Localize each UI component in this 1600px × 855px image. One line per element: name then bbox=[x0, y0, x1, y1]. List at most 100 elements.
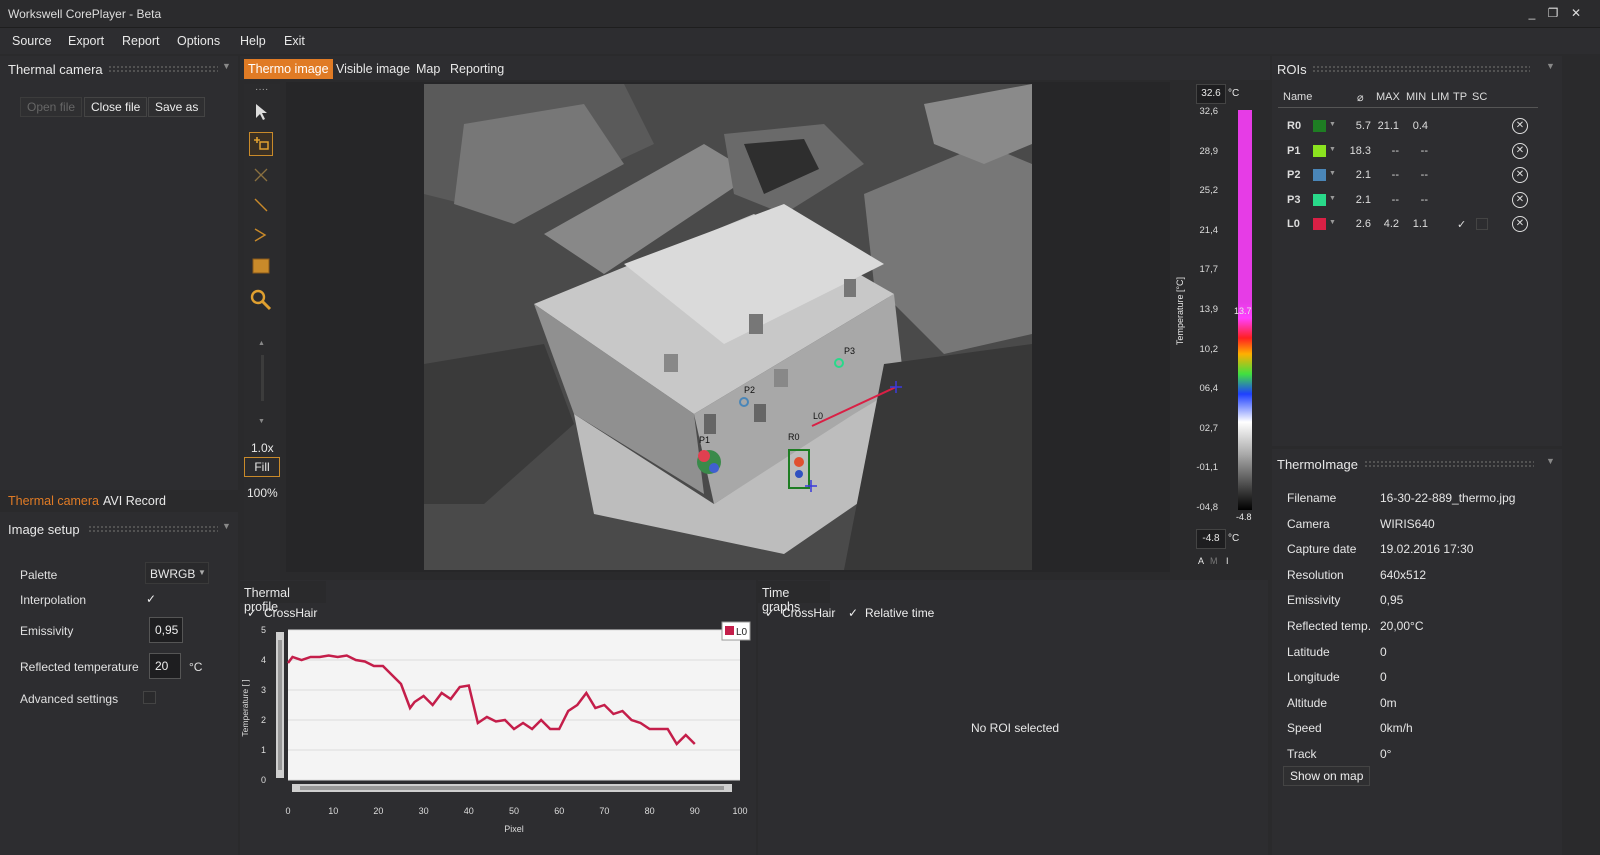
col-avg: ⌀ bbox=[1357, 92, 1364, 104]
y-tick-label: 3 bbox=[261, 685, 266, 695]
pointer-icon[interactable] bbox=[249, 102, 273, 126]
col-tp: TP bbox=[1453, 91, 1468, 103]
remove-roi-icon[interactable]: ✕ bbox=[1512, 118, 1528, 134]
roi-color-swatch[interactable] bbox=[1313, 144, 1326, 157]
time-graphs-tab[interactable]: Time graphs bbox=[758, 581, 830, 614]
menu-report[interactable]: Report bbox=[122, 34, 160, 48]
roi-min: -- bbox=[1420, 193, 1428, 206]
rois-header: ROIs bbox=[1277, 62, 1307, 77]
roi-row[interactable]: L0 ▼ 2.6 4.2 1.1 ✓ ✕ bbox=[1278, 214, 1538, 236]
zoom-level: 1.0x bbox=[251, 441, 274, 455]
y-tick-label: 0 bbox=[261, 775, 266, 785]
panel-grip bbox=[108, 65, 218, 74]
remove-roi-icon[interactable]: ✕ bbox=[1512, 142, 1528, 159]
scale-min-input[interactable]: -4.8 bbox=[1196, 529, 1226, 549]
menu-source[interactable]: Source bbox=[12, 34, 52, 48]
roi-color-swatch[interactable] bbox=[1313, 120, 1326, 132]
roi-row[interactable]: P1 ▼ 18.3 -- -- ✕ bbox=[1278, 141, 1538, 163]
roi-avg: 18.3 bbox=[1349, 144, 1371, 157]
info-value: 640x512 bbox=[1380, 567, 1427, 582]
roi-color-swatch[interactable] bbox=[1313, 218, 1326, 230]
roi-min: 0.4 bbox=[1412, 120, 1428, 132]
point-tool-icon[interactable] bbox=[249, 166, 273, 190]
minimize-icon[interactable]: _ bbox=[1524, 6, 1540, 20]
zoom-down-icon[interactable]: ▼ bbox=[258, 418, 265, 425]
tab-thermal-camera[interactable]: Thermal camera bbox=[8, 494, 99, 508]
chevron-down-icon[interactable]: ▼ bbox=[1329, 219, 1336, 226]
roi-row[interactable]: P2 ▼ 2.1 -- -- ✕ bbox=[1278, 165, 1538, 187]
scale-tick-label: 10,2 bbox=[1199, 343, 1219, 355]
tab-map[interactable]: Map bbox=[416, 62, 440, 76]
polyline-tool-icon[interactable] bbox=[249, 226, 273, 250]
col-name: Name bbox=[1283, 91, 1313, 103]
zoom-slider[interactable] bbox=[261, 355, 264, 401]
chevron-down-icon[interactable]: ▼ bbox=[1329, 146, 1336, 153]
tab-visible-image[interactable]: Visible image bbox=[336, 62, 410, 76]
remove-roi-icon[interactable]: ✕ bbox=[1512, 167, 1528, 183]
tg-crosshair-check-icon[interactable]: ✓ bbox=[765, 606, 775, 620]
scale-max-input[interactable]: 32.6 bbox=[1196, 84, 1226, 104]
roi-color-swatch[interactable] bbox=[1313, 193, 1326, 206]
chevron-down-icon[interactable]: ▼ bbox=[1329, 121, 1336, 128]
info-value: 0 bbox=[1380, 644, 1387, 659]
thermal-profile-tab[interactable]: Thermal profile bbox=[240, 581, 326, 614]
relative-time-label: Relative time bbox=[865, 606, 935, 620]
scale-auto-button[interactable]: A bbox=[1198, 556, 1204, 566]
zoom-tool-icon[interactable] bbox=[249, 289, 273, 313]
relative-time-check-icon[interactable]: ✓ bbox=[848, 606, 858, 620]
tab-thermo-image[interactable]: Thermo image bbox=[244, 59, 333, 79]
roi-color-swatch[interactable] bbox=[1313, 169, 1326, 181]
close-file-button[interactable]: Close file bbox=[84, 97, 148, 117]
roi-name: L0 bbox=[1287, 218, 1300, 230]
roi-row[interactable]: R0 ▼ 5.7 21.1 0.4 ✕ bbox=[1278, 116, 1538, 138]
restore-icon[interactable]: ❐ bbox=[1545, 6, 1561, 20]
reflected-temp-input[interactable]: 20 bbox=[149, 653, 181, 679]
show-on-map-button[interactable]: Show on map bbox=[1283, 766, 1371, 786]
line-tool-icon[interactable] bbox=[249, 196, 273, 220]
info-key: Longitude bbox=[1287, 670, 1340, 685]
x-tick-label: 20 bbox=[373, 806, 383, 816]
crosshair-check-icon[interactable]: ✓ bbox=[247, 606, 257, 620]
tab-avi-record[interactable]: AVI Record bbox=[103, 494, 166, 508]
close-icon[interactable]: ✕ bbox=[1568, 6, 1584, 20]
menu-export[interactable]: Export bbox=[68, 34, 104, 48]
interpolation-checkbox[interactable]: ✓ bbox=[146, 592, 156, 606]
reflected-temp-unit: °C bbox=[189, 660, 203, 674]
roi-tp-checkbox[interactable] bbox=[1476, 218, 1488, 230]
chevron-down-icon[interactable]: ▼ bbox=[1329, 170, 1336, 177]
y-tick-label: 1 bbox=[261, 745, 266, 755]
palette-value: BWRGB bbox=[150, 567, 196, 581]
info-value: 0,95 bbox=[1380, 593, 1404, 608]
advanced-settings-checkbox[interactable] bbox=[143, 691, 156, 704]
palette-select[interactable]: BWRGB ▼ bbox=[145, 562, 209, 584]
thermal-profile-chart[interactable]: 0 1 2 3 4 5 0 10 20 30 40 50 60 70 80 90 100 Temperatur… bbox=[240, 620, 756, 845]
roi-row[interactable]: P3 ▼ 2.1 -- -- ✕ bbox=[1278, 190, 1538, 212]
roi-lim-check[interactable]: ✓ bbox=[1457, 218, 1466, 231]
thermal-image[interactable]: P3 P2 P1 R0 L0 bbox=[424, 84, 1032, 570]
menu-options[interactable]: Options bbox=[177, 34, 220, 48]
menu-exit[interactable]: Exit bbox=[284, 34, 305, 48]
chevron-down-icon[interactable]: ▼ bbox=[1329, 195, 1336, 202]
open-file-button[interactable]: Open file bbox=[20, 97, 83, 117]
panel-menu-icon[interactable]: ▼ bbox=[1546, 61, 1555, 71]
roi-avg: 5.7 bbox=[1355, 120, 1371, 132]
remove-roi-icon[interactable]: ✕ bbox=[1512, 216, 1528, 232]
panel-menu-icon[interactable]: ▼ bbox=[222, 521, 231, 531]
add-roi-icon[interactable] bbox=[249, 132, 273, 156]
info-value: 0m bbox=[1380, 695, 1397, 710]
scale-manual-button[interactable]: M bbox=[1210, 556, 1218, 566]
save-as-button[interactable]: Save as bbox=[148, 97, 206, 117]
rectangle-tool-icon[interactable] bbox=[249, 256, 273, 280]
tab-reporting[interactable]: Reporting bbox=[450, 62, 504, 76]
grip-icon: ···· bbox=[255, 84, 269, 95]
fill-button[interactable]: Fill bbox=[244, 457, 280, 477]
remove-roi-icon[interactable]: ✕ bbox=[1512, 191, 1528, 208]
scale-info-button[interactable]: I bbox=[1226, 556, 1229, 566]
roi-max: -- bbox=[1391, 193, 1399, 206]
palette-label: Palette bbox=[20, 568, 58, 582]
panel-menu-icon[interactable]: ▼ bbox=[1546, 456, 1555, 466]
menu-help[interactable]: Help bbox=[240, 34, 266, 48]
panel-menu-icon[interactable]: ▼ bbox=[222, 61, 231, 71]
emissivity-input[interactable]: 0,95 bbox=[149, 617, 183, 643]
zoom-up-icon[interactable]: ▲ bbox=[258, 340, 265, 347]
